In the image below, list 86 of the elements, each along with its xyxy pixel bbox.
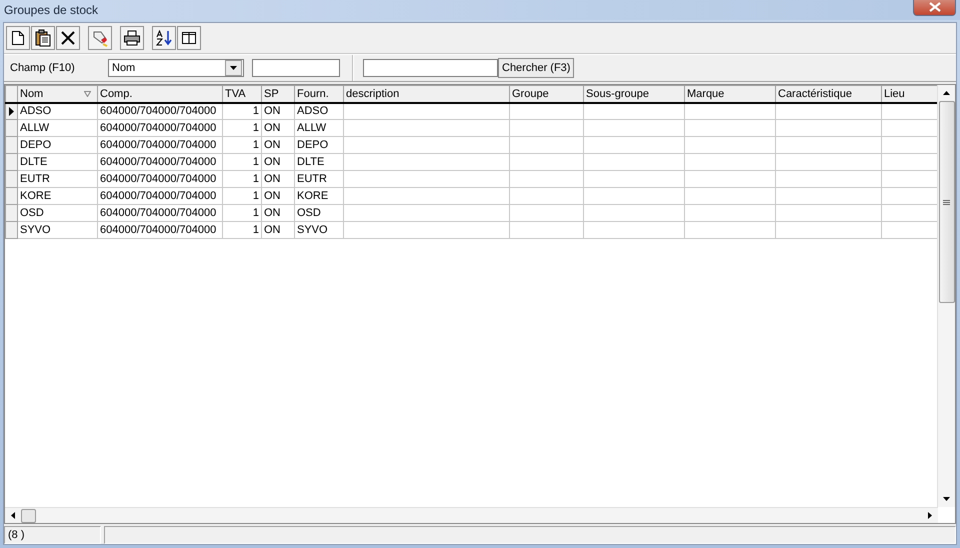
filter-field[interactable] <box>252 59 340 77</box>
table-cell: KORE <box>18 188 98 204</box>
table-cell: ON <box>262 120 294 136</box>
record-count: (8 ) <box>4 526 101 544</box>
vertical-scrollbar[interactable] <box>937 85 955 507</box>
table-cell: 1 <box>222 102 262 120</box>
scroll-thumb[interactable] <box>938 101 954 303</box>
table-cell: ON <box>262 188 294 204</box>
column-header[interactable]: TVA <box>222 86 262 102</box>
table-cell: ON <box>262 102 294 120</box>
cross-icon <box>60 30 76 46</box>
column-header[interactable]: Nom <box>18 86 98 102</box>
table-cell: 604000/704000/704000 <box>98 136 222 154</box>
column-header[interactable]: Marque <box>684 86 776 102</box>
table-cell: EUTR <box>18 170 98 188</box>
table-cell: DEPO <box>294 136 344 154</box>
search-field[interactable] <box>363 59 498 77</box>
field-label: Champ (F10) <box>10 62 76 74</box>
column-header[interactable]: Comp. <box>98 86 222 102</box>
table-cell: ON <box>262 170 294 188</box>
close-icon <box>928 2 940 12</box>
column-header[interactable]: Fourn. <box>294 86 344 102</box>
table-cell: ON <box>262 222 294 238</box>
table-cell: 1 <box>222 154 262 170</box>
grip-icon <box>943 200 950 204</box>
table-cell: OSD <box>294 204 344 222</box>
sort-button[interactable] <box>152 26 176 50</box>
current-row-icon <box>9 106 14 116</box>
scroll-thumb[interactable] <box>21 508 36 522</box>
scroll-down-icon <box>943 497 950 501</box>
delete-button[interactable] <box>56 26 80 50</box>
window-title: Groupes de stock <box>4 3 98 17</box>
sort-indicator-icon <box>84 91 91 97</box>
table-cell: 1 <box>222 170 262 188</box>
table-cell: ON <box>262 136 294 154</box>
column-header[interactable]: Caractéristique <box>776 86 882 102</box>
new-button[interactable] <box>6 26 30 50</box>
table-cell: ON <box>262 204 294 222</box>
clipboard-icon <box>34 29 52 47</box>
field-dropdown[interactable]: Nom <box>108 59 244 77</box>
table-cell: DLTE <box>18 154 98 170</box>
column-header[interactable]: Sous-groupe <box>584 86 684 102</box>
table-cell: 1 <box>222 188 262 204</box>
sort-icon <box>155 29 173 47</box>
table-cell: SYVO <box>18 222 98 238</box>
table-cell: DLTE <box>294 154 344 170</box>
edit-button[interactable] <box>31 26 55 50</box>
column-header[interactable]: description <box>344 86 510 102</box>
table-cell: 604000/704000/704000 <box>98 170 222 188</box>
table-cell: OSD <box>18 204 98 222</box>
columns-button[interactable] <box>177 26 201 50</box>
table-cell: 1 <box>222 136 262 154</box>
table-cell: ADSO <box>18 102 98 120</box>
table-cell: 1 <box>222 204 262 222</box>
scroll-left-icon <box>11 512 15 519</box>
table-cell: DEPO <box>18 136 98 154</box>
table-cell: KORE <box>294 188 344 204</box>
table-cell: ALLW <box>18 120 98 136</box>
printer-icon <box>123 30 141 46</box>
dropdown-arrow-icon <box>230 66 237 70</box>
print-button[interactable] <box>120 26 144 50</box>
scroll-right-icon <box>928 512 932 519</box>
document-icon <box>11 30 25 46</box>
column-header[interactable]: Groupe <box>510 86 584 102</box>
filter-button[interactable] <box>88 26 112 50</box>
table-cell: SYVO <box>294 222 344 238</box>
table-cell: 1 <box>222 120 262 136</box>
table-cell: EUTR <box>294 170 344 188</box>
table-cell: 1 <box>222 222 262 238</box>
marker-icon <box>91 29 109 47</box>
horizontal-scrollbar[interactable] <box>5 507 938 523</box>
table-cell: 604000/704000/704000 <box>98 222 222 238</box>
search-button[interactable]: Chercher (F3) <box>498 58 574 78</box>
column-header[interactable]: SP <box>262 86 294 102</box>
table-cell: 604000/704000/704000 <box>98 120 222 136</box>
scroll-up-icon <box>943 91 950 95</box>
table-cell: 604000/704000/704000 <box>98 188 222 204</box>
table-cell: 604000/704000/704000 <box>98 154 222 170</box>
columns-icon <box>181 30 197 46</box>
table-cell: ON <box>262 154 294 170</box>
table-cell: 604000/704000/704000 <box>98 102 222 120</box>
table-cell: ADSO <box>294 102 344 120</box>
table-cell: ALLW <box>294 120 344 136</box>
table-cell: 604000/704000/704000 <box>98 204 222 222</box>
column-header[interactable]: Lieu <box>882 86 937 102</box>
close-button[interactable] <box>913 0 956 16</box>
